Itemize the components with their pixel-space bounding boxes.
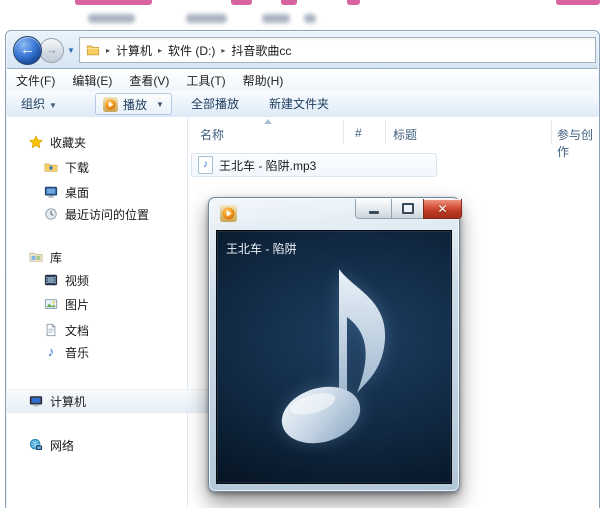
- minimize-icon: [368, 211, 379, 214]
- breadcrumb-separator-icon: ▸: [106, 45, 111, 55]
- sidebar-item-favorites[interactable]: 收藏夹: [7, 131, 209, 153]
- menu-file[interactable]: 文件(F): [16, 72, 55, 89]
- sidebar-label: 图片: [65, 297, 90, 312]
- videos-icon: [44, 274, 58, 286]
- breadcrumb-drive-d[interactable]: 软件 (D:): [168, 42, 215, 59]
- file-row-mp3[interactable]: ♪ 王北车 - 陷阱.mp3: [191, 153, 437, 177]
- command-toolbar: 组织 ▼ 播放 ▼ 全部播放 新建文件夹: [7, 91, 598, 118]
- column-header-number[interactable]: #: [355, 126, 362, 140]
- background-tab-highlight: [347, 0, 360, 5]
- forward-button[interactable]: →: [39, 38, 64, 63]
- network-icon: [29, 438, 43, 450]
- computer-icon: [29, 396, 43, 407]
- star-icon: [29, 135, 43, 149]
- background-tab-highlight: [231, 0, 252, 5]
- sidebar-label: 最近访问的位置: [65, 207, 150, 222]
- desktop-icon: [44, 186, 58, 198]
- album-art-music-note-icon: [273, 255, 413, 455]
- menu-help[interactable]: 帮助(H): [243, 72, 284, 89]
- close-icon: ✕: [437, 201, 448, 216]
- column-separator[interactable]: [551, 120, 552, 144]
- background-tab-highlight: [556, 0, 600, 5]
- now-playing-screen: 王北车 - 陷阱: [216, 230, 452, 484]
- sidebar-item-libraries[interactable]: 库: [7, 246, 209, 268]
- background-blur-text: [88, 14, 135, 23]
- background-blur-text: [186, 14, 227, 23]
- navigation-bar: ← → ▼ ▸ 计算机 ▸ 软件 (D:) ▸ 抖音歌曲cc: [6, 34, 599, 65]
- sidebar-item-network[interactable]: 网络: [7, 434, 209, 456]
- column-separator[interactable]: [385, 120, 386, 144]
- column-header-contributing-artists[interactable]: 参与创作: [557, 126, 599, 160]
- sort-ascending-icon: [264, 119, 272, 124]
- media-player-window[interactable]: ✕ 王北车 - 陷阱: [208, 197, 462, 492]
- background-tab-highlight: [75, 0, 152, 5]
- file-name: 王北车 - 陷阱.mp3: [219, 158, 317, 173]
- music-note-icon: ♪: [47, 344, 55, 359]
- play-button[interactable]: 播放 ▼: [95, 93, 172, 115]
- window-controls: ✕: [355, 199, 462, 219]
- background-blur-text: [262, 14, 290, 23]
- libraries-icon: [29, 252, 43, 262]
- column-separator[interactable]: [343, 120, 344, 144]
- wmp-window-icon[interactable]: [220, 205, 237, 222]
- menu-bar: 文件(F) 编辑(E) 查看(V) 工具(T) 帮助(H): [7, 68, 598, 91]
- column-header-name[interactable]: 名称: [200, 126, 224, 143]
- menu-tools[interactable]: 工具(T): [186, 72, 225, 89]
- background-blur-text: [304, 14, 316, 23]
- sidebar-label: 网络: [50, 438, 75, 453]
- back-button[interactable]: ←: [13, 36, 42, 65]
- sidebar-label: 视频: [65, 273, 90, 288]
- restore-button[interactable]: [391, 199, 424, 219]
- chevron-down-icon: ▼: [49, 101, 57, 110]
- restore-icon: [401, 203, 414, 214]
- play-all-button[interactable]: 全部播放: [191, 91, 239, 117]
- new-folder-button[interactable]: 新建文件夹: [269, 91, 329, 117]
- audio-file-icon: ♪: [198, 156, 213, 174]
- menu-edit[interactable]: 编辑(E): [72, 72, 112, 89]
- organize-button[interactable]: 组织 ▼: [21, 91, 57, 117]
- wmp-play-icon: [103, 96, 118, 112]
- chevron-down-icon: ▼: [156, 99, 164, 109]
- breadcrumb-current-folder[interactable]: 抖音歌曲cc: [231, 42, 291, 59]
- breadcrumb-computer[interactable]: 计算机: [116, 42, 152, 59]
- folder-icon: [86, 45, 100, 56]
- address-bar[interactable]: ▸ 计算机 ▸ 软件 (D:) ▸ 抖音歌曲cc: [79, 37, 596, 63]
- column-header-title[interactable]: 标题: [393, 126, 417, 143]
- sidebar-label: 收藏夹: [50, 135, 87, 150]
- download-folder-icon: [44, 163, 58, 172]
- background-tab-highlight: [281, 0, 297, 5]
- breadcrumb-separator-icon: ▸: [221, 45, 226, 55]
- recent-pages-dropdown-icon[interactable]: ▼: [67, 46, 75, 55]
- menu-view[interactable]: 查看(V): [129, 72, 169, 89]
- sidebar-label: 音乐: [65, 345, 90, 360]
- sidebar-label: 文档: [65, 323, 90, 338]
- minimize-button[interactable]: [355, 199, 392, 219]
- recent-places-icon: [45, 208, 57, 220]
- sidebar-label: 下载: [65, 160, 90, 175]
- breadcrumb-separator-icon: ▸: [158, 45, 163, 55]
- sidebar-label: 库: [50, 250, 63, 265]
- screenshot-stage: ← → ▼ ▸ 计算机 ▸ 软件 (D:) ▸ 抖音歌曲cc 文件(F) 编辑(…: [0, 0, 600, 508]
- sidebar-label: 计算机: [50, 394, 87, 409]
- documents-icon: [46, 323, 56, 337]
- close-button[interactable]: ✕: [423, 199, 462, 219]
- pictures-icon: [44, 299, 58, 309]
- sidebar-label: 桌面: [65, 185, 90, 200]
- sidebar-item-computer[interactable]: 计算机: [7, 389, 209, 413]
